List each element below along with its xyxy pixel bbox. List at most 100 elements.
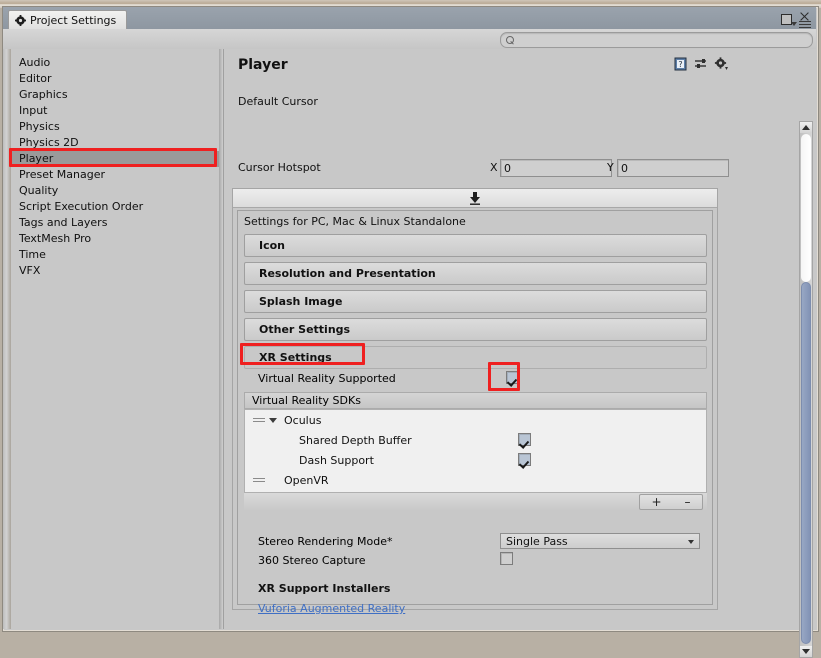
drag-handle-icon[interactable] — [253, 416, 265, 424]
cursor-hotspot-x-input[interactable] — [501, 160, 611, 176]
sidebar-item-script-execution-order[interactable]: Script Execution Order — [11, 199, 221, 215]
foldout-label: Icon — [259, 239, 286, 252]
chevron-down-icon — [688, 540, 694, 544]
sidebar-item-textmesh-pro[interactable]: TextMesh Pro — [11, 231, 221, 247]
scroll-up-icon[interactable] — [800, 122, 812, 133]
virtual-reality-supported-checkbox[interactable] — [506, 371, 519, 384]
sidebar-item-editor[interactable]: Editor — [11, 71, 221, 87]
sidebar-item-vfx[interactable]: VFX — [11, 263, 221, 279]
cursor-hotspot-x-field[interactable] — [500, 159, 612, 177]
xr-settings-foldout[interactable]: XR Settings — [244, 346, 707, 369]
sdk-list-footer: + – — [244, 493, 707, 510]
sdk-row-oculus[interactable]: Oculus — [245, 410, 706, 430]
platform-tab-strip[interactable] — [233, 189, 717, 208]
sidebar-item-graphics[interactable]: Graphics — [11, 87, 221, 103]
tab-label: Project Settings — [30, 14, 117, 27]
foldout-label: Splash Image — [259, 295, 343, 308]
sidebar-item-label: Editor — [19, 72, 52, 85]
foldout-splash-image[interactable]: Splash Image — [244, 290, 707, 313]
gear-icon[interactable] — [714, 57, 728, 71]
help-icon[interactable]: ? — [674, 57, 688, 71]
y-axis-label: Y — [607, 161, 614, 174]
foldout-label: Resolution and Presentation — [259, 267, 436, 280]
sdk-list-add-remove[interactable]: + – — [639, 494, 703, 510]
foldout-label: XR Settings — [259, 351, 332, 364]
drag-handle-icon[interactable] — [253, 476, 265, 484]
360-stereo-capture-checkbox[interactable] — [500, 552, 513, 565]
sidebar-item-label: Player — [19, 152, 54, 165]
stereo-rendering-mode-dropdown[interactable]: Single Pass — [500, 533, 700, 549]
foldout-label: Other Settings — [259, 323, 351, 336]
sdk-header-label: Virtual Reality SDKs — [252, 394, 361, 407]
svg-text:?: ? — [678, 60, 682, 69]
add-sdk-button[interactable]: + — [651, 495, 661, 509]
platform-settings-panel: Settings for PC, Mac & Linux Standalone … — [237, 210, 713, 615]
scroll-down-icon[interactable] — [800, 646, 812, 657]
sidebar-item-preset-manager[interactable]: Preset Manager — [11, 167, 221, 183]
cursor-hotspot-y-input[interactable] — [618, 160, 728, 176]
scrollbar-track[interactable] — [801, 134, 811, 282]
virtual-reality-supported-label: Virtual Reality Supported — [258, 372, 396, 385]
sidebar-item-label: Audio — [19, 56, 51, 69]
virtual-reality-sdks-list[interactable]: Oculus Shared Depth Buffer Dash Support … — [244, 409, 707, 493]
chevron-down-icon[interactable] — [791, 22, 797, 26]
stereo-rendering-mode-label: Stereo Rendering Mode* — [258, 535, 393, 548]
default-cursor-label: Default Cursor — [238, 95, 318, 108]
foldout-resolution-and-presentation[interactable]: Resolution and Presentation — [244, 262, 707, 285]
search-icon — [506, 35, 515, 45]
search-toolbar — [3, 29, 816, 50]
search-field[interactable] — [500, 32, 813, 48]
left-rail — [3, 49, 11, 629]
sdk-child-row-shared-depth-buffer[interactable]: Shared Depth Buffer — [245, 430, 706, 450]
sidebar-item-label: Physics — [19, 120, 60, 133]
sidebar-item-audio[interactable]: Audio — [11, 55, 221, 71]
page-title: Player — [238, 57, 288, 73]
stereo-rendering-mode-value: Single Pass — [506, 534, 568, 548]
window-tabbar: Project Settings — [3, 7, 816, 30]
platform-caption: Settings for PC, Mac & Linux Standalone — [244, 215, 466, 228]
vertical-scrollbar[interactable] — [799, 121, 813, 658]
sidebar-item-label: Script Execution Order — [19, 200, 144, 213]
sidebar-item-label: Graphics — [19, 88, 68, 101]
sidebar-item-player[interactable]: Player — [11, 151, 221, 167]
pane-toolbar: ? — [674, 57, 728, 71]
x-axis-label: X — [490, 161, 498, 174]
scrollbar-thumb[interactable] — [801, 282, 811, 644]
sidebar-item-tags-and-layers[interactable]: Tags and Layers — [11, 215, 221, 231]
preset-icon[interactable] — [694, 57, 708, 71]
sidebar-item-label: Input — [19, 104, 48, 117]
foldout-icon[interactable]: Icon — [244, 234, 707, 257]
dash-support-checkbox[interactable] — [518, 453, 531, 466]
foldout-other-settings[interactable]: Other Settings — [244, 318, 707, 341]
sidebar-item-input[interactable]: Input — [11, 103, 221, 119]
sidebar-item-physics[interactable]: Physics — [11, 119, 221, 135]
tab-project-settings[interactable]: Project Settings — [8, 10, 128, 30]
cursor-hotspot-label: Cursor Hotspot — [238, 161, 321, 174]
virtual-reality-sdks-header: Virtual Reality SDKs — [244, 392, 707, 409]
sdk-child-label: Dash Support — [299, 453, 374, 467]
sdk-child-row-dash-support[interactable]: Dash Support — [245, 450, 706, 470]
sdk-name: OpenVR — [284, 473, 329, 487]
vuforia-augmented-reality-link[interactable]: Vuforia Augmented Reality — [258, 602, 405, 615]
sdk-row-openvr[interactable]: OpenVR — [245, 470, 706, 490]
download-icon[interactable] — [468, 191, 482, 205]
shared-depth-buffer-checkbox[interactable] — [518, 433, 531, 446]
remove-sdk-button[interactable]: – — [685, 495, 691, 509]
chevron-down-icon[interactable] — [269, 417, 277, 423]
search-input[interactable] — [515, 34, 812, 46]
sdk-name: Oculus — [284, 413, 322, 427]
xr-settings-panel: Virtual Reality Supported Virtual Realit… — [244, 369, 707, 529]
sidebar-item-label: Preset Manager — [19, 168, 106, 181]
cursor-hotspot-y-field[interactable] — [617, 159, 729, 177]
sidebar-item-physics-2d[interactable]: Physics 2D — [11, 135, 221, 151]
sidebar-item-label: TextMesh Pro — [19, 232, 92, 245]
sidebar-item-label: Time — [19, 248, 46, 261]
settings-category-sidebar: Audio Editor Graphics Input Physics Phys… — [11, 49, 221, 629]
unity-project-settings-window: Project Settings Audio Editor Graphics I… — [0, 0, 821, 658]
sidebar-item-label: Quality — [19, 184, 59, 197]
sidebar-item-time[interactable]: Time — [11, 247, 221, 263]
gear-icon — [15, 15, 26, 26]
sidebar-item-quality[interactable]: Quality — [11, 183, 221, 199]
sidebar-item-label: Physics 2D — [19, 136, 79, 149]
sdk-child-label: Shared Depth Buffer — [299, 433, 412, 447]
